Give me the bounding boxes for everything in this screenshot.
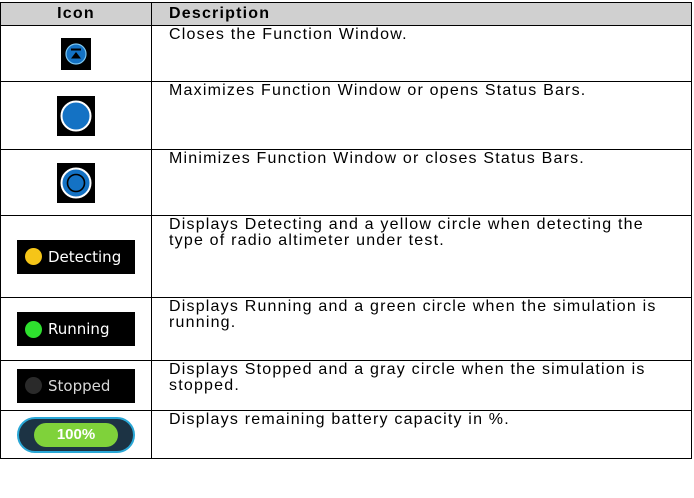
gray-circle-icon: [25, 377, 42, 394]
battery-level-label: 100%: [34, 422, 118, 447]
icon-cell: [0, 25, 152, 82]
table-row: 100% Displays remaining battery capacity…: [0, 410, 692, 459]
header-row: Icon Description: [0, 2, 692, 26]
battery-icon: 100%: [17, 416, 135, 453]
table-row: Minimizes Function Window or closes Stat…: [0, 149, 692, 216]
description-cell: Closes the Function Window.: [151, 25, 692, 82]
close-window-icon: [61, 37, 91, 70]
maximize-window-icon: [57, 95, 95, 136]
stopped-label: Stopped: [48, 376, 111, 395]
minimize-window-icon: [57, 162, 95, 203]
stopped-status-icon: Stopped: [17, 368, 135, 403]
icon-description-table: Icon Description Closes the Function Win…: [0, 2, 692, 459]
green-circle-icon: [25, 320, 42, 338]
table-row: Stopped Displays Stopped and a gray circ…: [0, 360, 692, 411]
icon-cell: [0, 81, 152, 150]
description-cell: Displays Running and a green circle when…: [151, 297, 692, 361]
table-row: Running Displays Running and a green cir…: [0, 297, 692, 361]
running-status-icon: Running: [17, 312, 135, 346]
table-row: Detecting Displays Detecting and a yello…: [0, 215, 692, 298]
description-cell: Maximizes Function Window or opens Statu…: [151, 81, 692, 150]
yellow-circle-icon: [25, 248, 42, 265]
icon-cell: [0, 149, 152, 216]
header-description: Description: [151, 2, 692, 26]
description-cell: Displays remaining battery capacity in %…: [151, 410, 692, 459]
icon-cell: Detecting: [0, 215, 152, 298]
table-row: Closes the Function Window.: [0, 25, 692, 82]
header-icon: Icon: [0, 2, 152, 26]
icon-cell: Running: [0, 297, 152, 361]
description-cell: Minimizes Function Window or closes Stat…: [151, 149, 692, 216]
icon-cell: Stopped: [0, 360, 152, 411]
running-label: Running: [48, 320, 110, 338]
icon-cell: 100%: [0, 410, 152, 459]
description-cell: Displays Stopped and a gray circle when …: [151, 360, 692, 411]
description-cell: Displays Detecting and a yellow circle w…: [151, 215, 692, 298]
detecting-status-icon: Detecting: [17, 239, 135, 274]
detecting-label: Detecting: [48, 247, 122, 266]
table-row: Maximizes Function Window or opens Statu…: [0, 81, 692, 150]
